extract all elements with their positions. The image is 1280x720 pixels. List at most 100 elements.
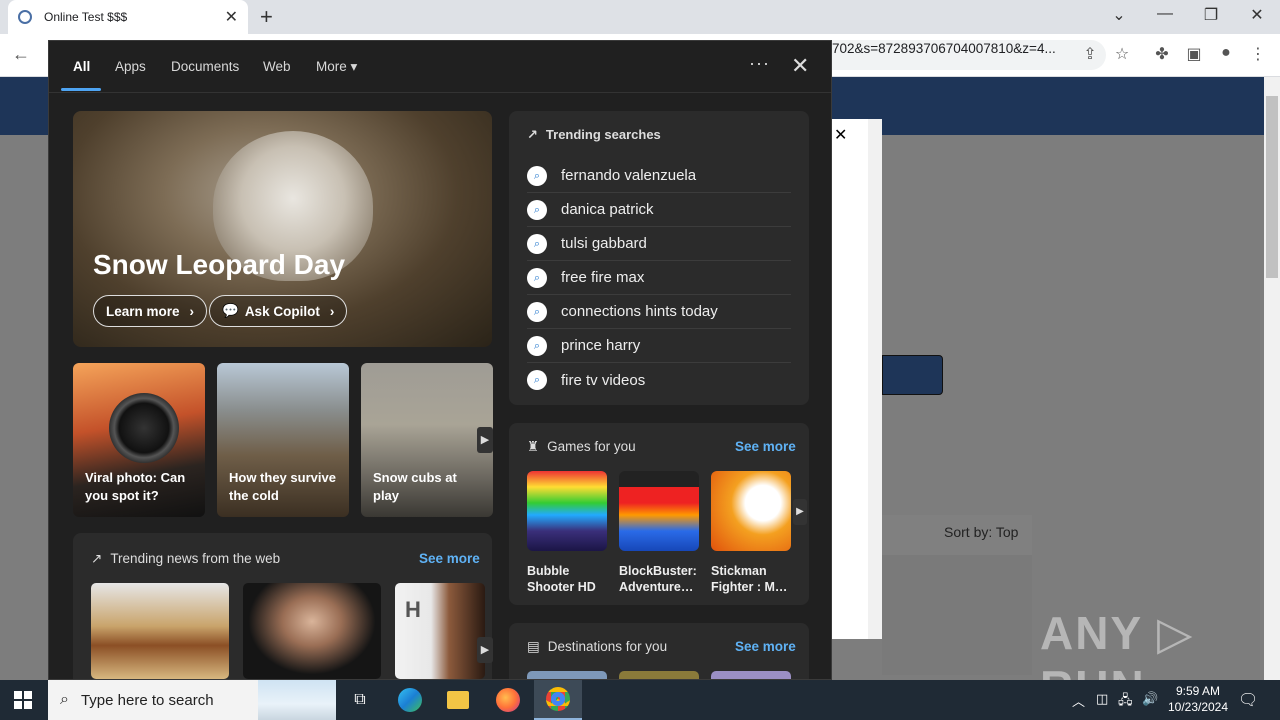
modal-close-icon[interactable]: ✕ [834,125,847,145]
trending-header-label: Trending searches [545,127,661,142]
comments-area [882,555,1032,675]
panel-close-icon[interactable]: ✕ [791,53,809,79]
story-card-label: Snow cubs at play [373,470,457,503]
thumbnail-letter: H [405,597,421,622]
trending-item-label: fernando valenzuela [561,167,697,184]
game-name-line2: Adventures ... [619,580,699,594]
active-tab-indicator [61,88,101,91]
trending-item-label: fire tv videos [561,371,646,389]
network-icon[interactable]: 🖧 [1118,691,1133,713]
news-thumbnail[interactable]: H [395,583,485,679]
trending-item-label: danica patrick [561,201,654,218]
page-action-button[interactable] [882,355,943,395]
url-text[interactable]: 702&s=872893706704007810&z=4... [832,41,1056,56]
game-name-line1: Bubble [527,564,570,578]
trending-searches-section: ↗ Trending searches ⌕ fernando valenzuela … [509,111,809,405]
story-card[interactable]: Snow cubs at play [361,363,493,517]
ask-copilot-button[interactable]: 💬 Ask Copilot › [209,295,348,327]
tab-all[interactable]: All [73,59,90,74]
more-options-icon[interactable]: ··· [749,53,770,74]
destination-thumbnail[interactable] [619,671,699,679]
minimize-button[interactable]: — [1150,5,1180,23]
search-icon: ⌕ [527,301,547,322]
tab-close-icon[interactable]: ✕ [225,7,238,27]
chrome-menu-icon[interactable]: ⋮ [1247,44,1269,64]
trending-item[interactable]: ⌕ connections hints today [527,295,791,329]
tab-strip: Online Test $$$ ✕ + ⌄ — ❐ ✕ [0,0,1280,34]
trending-item[interactable]: ⌕ danica patrick [527,193,791,227]
destination-thumbnail[interactable] [711,671,791,679]
page-scrollbar-thumb[interactable] [1266,96,1278,278]
trending-news-section: ↗ Trending news from the web See more H [73,533,492,679]
game-tile[interactable]: Bubble Shooter HD [527,471,607,595]
games-next-arrow-icon[interactable]: ▶ [793,499,807,525]
game-name-line1: Stickman [711,564,767,578]
tab-more-label: More [316,59,347,74]
chevron-right-icon: › [189,303,195,319]
trending-item[interactable]: ⌕ tulsi gabbard [527,227,791,261]
trending-item[interactable]: ⌕ fernando valenzuela [527,159,791,193]
meet-now-icon[interactable]: ◫ [1096,691,1108,707]
search-icon: ⌕ [60,691,69,708]
search-icon: ⌕ [527,370,547,390]
destinations-see-more-link[interactable]: See more [735,639,796,654]
news-next-arrow-icon[interactable]: ▶ [477,637,493,663]
firefox-icon[interactable] [484,680,532,720]
news-thumbnail[interactable] [91,583,229,679]
tab-more[interactable]: More ▾ [316,59,357,75]
search-icon: ⌕ [527,165,547,186]
destinations-header-label: Destinations for you [547,639,668,654]
trending-item[interactable]: ⌕ free fire max [527,261,791,295]
game-name-line2: Fighter : Me... [711,580,791,594]
clock-time: 9:59 AM [1175,684,1221,698]
side-panel-icon[interactable]: ▣ [1183,44,1205,64]
volume-icon[interactable]: 🔊 [1142,691,1158,707]
story-card[interactable]: How they survive the cold [217,363,349,517]
hero-card[interactable]: Snow Leopard Day Learn more › 💬 Ask Copi… [73,111,492,347]
windows-start-icon[interactable] [14,691,32,709]
browser-tab[interactable]: Online Test $$$ ✕ [8,0,248,34]
tab-apps[interactable]: Apps [115,59,146,74]
new-tab-button[interactable]: + [260,4,273,30]
profile-avatar-icon[interactable]: ● [1215,44,1237,62]
sort-label[interactable]: Sort by: Top [944,524,1018,540]
destination-thumbnail[interactable] [527,671,607,679]
games-see-more-link[interactable]: See more [735,439,796,454]
tab-search-dropdown-icon[interactable]: ⌄ [1104,5,1134,25]
trending-item[interactable]: ⌕ fire tv videos [527,363,791,397]
tab-documents[interactable]: Documents [171,59,239,74]
story-card[interactable]: Viral photo: Can you spot it? [73,363,205,517]
news-see-more-link[interactable]: See more [419,551,480,566]
destinations-header: ▤ Destinations for you [527,639,667,655]
file-explorer-icon[interactable] [434,680,482,720]
task-view-icon[interactable]: ⧉ [336,680,384,720]
camera-lens-image [109,393,179,463]
site-favicon-icon [18,10,32,24]
taskbar-search-box[interactable]: ⌕ Type here to search [48,680,336,720]
games-section: ♜ Games for you See more Bubble Shooter H… [509,423,809,605]
chrome-icon[interactable] [534,680,582,720]
edge-icon[interactable] [386,680,434,720]
game-tile[interactable]: Stickman Fighter : Me... [711,471,791,595]
tab-web[interactable]: Web [263,59,291,74]
chat-bubble-icon: 💬 [222,303,239,318]
modal-scrollbar[interactable] [868,119,882,639]
learn-more-button[interactable]: Learn more › [93,295,208,327]
news-thumbnail[interactable] [243,583,381,679]
games-header-label: Games for you [547,439,636,454]
tray-chevron-up-icon[interactable]: ︿ [1072,691,1085,710]
restore-button[interactable]: ❐ [1196,5,1226,25]
extensions-puzzle-icon[interactable]: ✤ [1151,44,1173,64]
window-close-button[interactable]: ✕ [1242,5,1272,25]
cards-next-arrow-icon[interactable]: ▶ [477,427,493,453]
ask-copilot-label: Ask Copilot [244,303,320,319]
taskbar-clock[interactable]: 9:59 AM 10/23/2024 [1160,683,1236,715]
game-tile[interactable]: BlockBuster: Adventures ... [619,471,699,595]
back-arrow-icon[interactable]: ← [12,44,30,65]
share-icon[interactable]: ⇪ [1079,44,1101,64]
trending-item-label: tulsi gabbard [561,235,647,252]
trending-header: ↗ Trending searches [527,127,661,143]
trending-item[interactable]: ⌕ prince harry [527,329,791,363]
bookmark-star-icon[interactable]: ☆ [1111,44,1133,64]
notification-icon[interactable]: 🗨 [1238,690,1258,710]
